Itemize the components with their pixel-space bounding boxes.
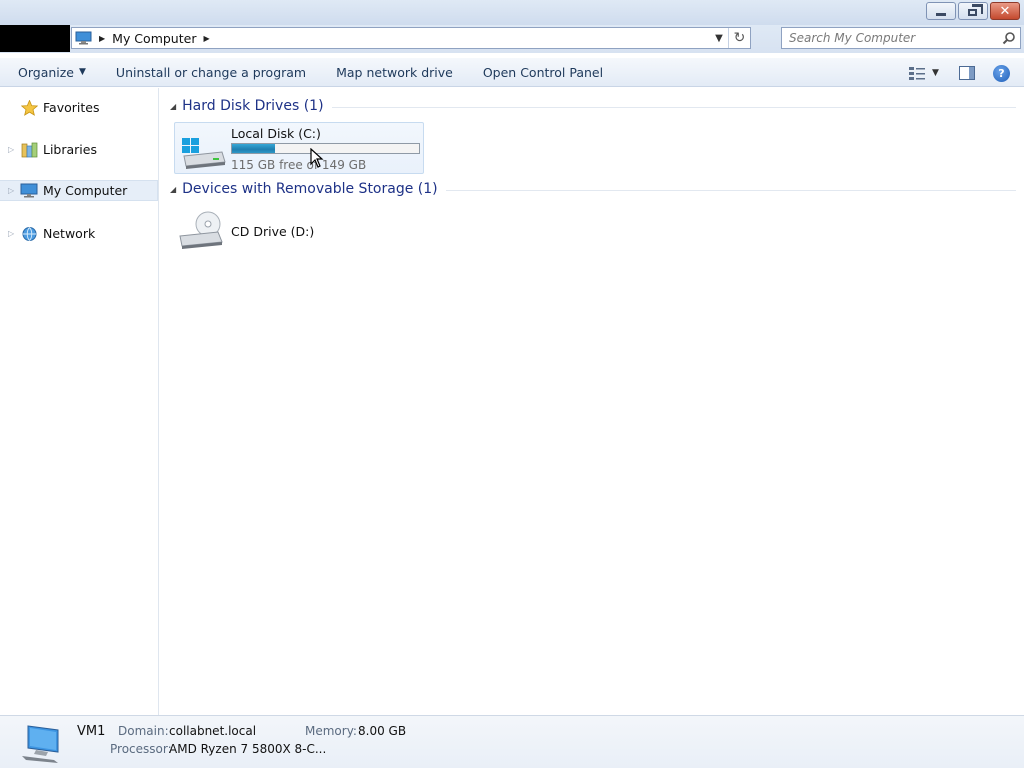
uninstall-program-button[interactable]: Uninstall or change a program [101,58,321,86]
nav-item-label: My Computer [43,183,128,198]
title-bar: ✕ [0,0,1024,25]
mouse-cursor-icon [310,148,324,168]
group-title: Hard Disk Drives (1) [182,98,324,114]
search-input[interactable] [782,28,992,48]
collapse-icon[interactable]: ◢ [170,185,176,194]
processor-value: AMD Ryzen 7 5800X 8-C... [169,742,327,756]
control-panel-label: Open Control Panel [482,64,604,80]
command-bar: Organize ▼ Uninstall or change a program… [0,57,1024,87]
network-icon [20,226,38,242]
expand-arrow-icon[interactable]: ▷ [8,186,18,195]
change-view-button[interactable]: ▼ [909,66,949,80]
window-controls: ✕ [926,2,1020,20]
group-header-removable-storage[interactable]: ◢ Devices with Removable Storage (1) [170,181,1016,197]
uninstall-label: Uninstall or change a program [115,64,307,80]
drive-name: CD Drive (D:) [231,224,315,239]
preview-pane-icon[interactable] [959,66,975,80]
drive-tile-cd-drive-d[interactable]: CD Drive (D:) [178,210,428,254]
computer-icon [20,183,38,199]
address-bar[interactable]: ▶ My Computer ▶ ▼ ↻ [71,27,751,49]
collapse-icon[interactable]: ◢ [170,102,176,111]
computer-icon [75,31,92,45]
group-title: Devices with Removable Storage (1) [182,181,438,197]
drive-name: Local Disk (C:) [231,126,321,141]
minimize-button[interactable] [926,2,956,20]
close-icon: ✕ [999,3,1011,19]
restore-button[interactable] [958,2,988,20]
divider [445,189,1016,191]
close-button[interactable]: ✕ [990,2,1020,20]
hard-drive-icon [182,138,226,169]
chevron-down-icon: ▼ [79,67,86,77]
breadcrumb-arrow-icon[interactable]: ▶ [99,34,105,43]
search-icon[interactable] [1002,31,1016,45]
nav-item-label: Network [43,226,96,241]
help-icon[interactable]: ? [993,64,1010,82]
nav-item-label: Libraries [43,142,97,157]
restore-icon [967,4,983,16]
expand-arrow-icon[interactable]: ▷ [8,229,18,238]
drive-usage-bar [231,143,420,154]
navigation-pane: Favorites ▷ Libraries ▷ My Computer ▷ Ne… [0,88,159,715]
back-forward-buttons[interactable] [0,25,70,52]
search-box[interactable] [781,27,1021,49]
address-history-dropdown-icon[interactable]: ▼ [712,28,726,48]
drive-usage-fill [232,144,275,153]
details-pane: VM1 Domain: collabnet.local Memory: 8.00… [0,715,1024,768]
nav-item-favorites[interactable]: Favorites [0,97,158,118]
memory-value: 8.00 GB [358,724,407,738]
nav-item-network[interactable]: ▷ Network [0,223,158,244]
command-bar-right: ▼ ? [909,58,1024,88]
chevron-down-icon[interactable]: ▼ [932,68,939,78]
organize-button[interactable]: Organize ▼ [0,58,101,86]
breadcrumb-my-computer[interactable]: My Computer [112,31,196,46]
processor-label: Processor: [110,742,172,756]
refresh-icon[interactable]: ↻ [728,28,750,48]
divider [331,106,1016,108]
map-drive-label: Map network drive [336,64,453,80]
computer-name: VM1 [77,724,106,739]
expand-arrow-icon[interactable]: ▷ [8,145,18,154]
view-options-icon [909,67,925,80]
content-pane: ◢ Hard Disk Drives (1) Local Disk (C:) 1… [160,88,1024,715]
memory-label: Memory: [305,724,357,738]
computer-icon [22,725,59,763]
map-network-drive-button[interactable]: Map network drive [321,58,468,86]
breadcrumb-arrow-icon[interactable]: ▶ [203,34,209,43]
nav-item-label: Favorites [43,100,100,115]
drive-tile-local-disk-c[interactable]: Local Disk (C:) 115 GB free of 149 GB [174,122,424,174]
group-header-hard-disk-drives[interactable]: ◢ Hard Disk Drives (1) [170,98,1016,114]
organize-label: Organize [18,64,74,80]
nav-item-my-computer[interactable]: ▷ My Computer [0,180,158,201]
star-icon [20,99,38,116]
minimize-icon [936,12,946,16]
nav-item-libraries[interactable]: ▷ Libraries [0,139,158,160]
address-row: ▶ My Computer ▶ ▼ ↻ [0,25,1024,53]
cd-drive-icon [179,211,223,249]
domain-value: collabnet.local [169,724,257,738]
drive-free-space: 115 GB free of 149 GB [231,158,367,172]
libraries-icon [20,142,38,158]
domain-label: Domain: [118,724,169,738]
open-control-panel-button[interactable]: Open Control Panel [468,58,618,86]
